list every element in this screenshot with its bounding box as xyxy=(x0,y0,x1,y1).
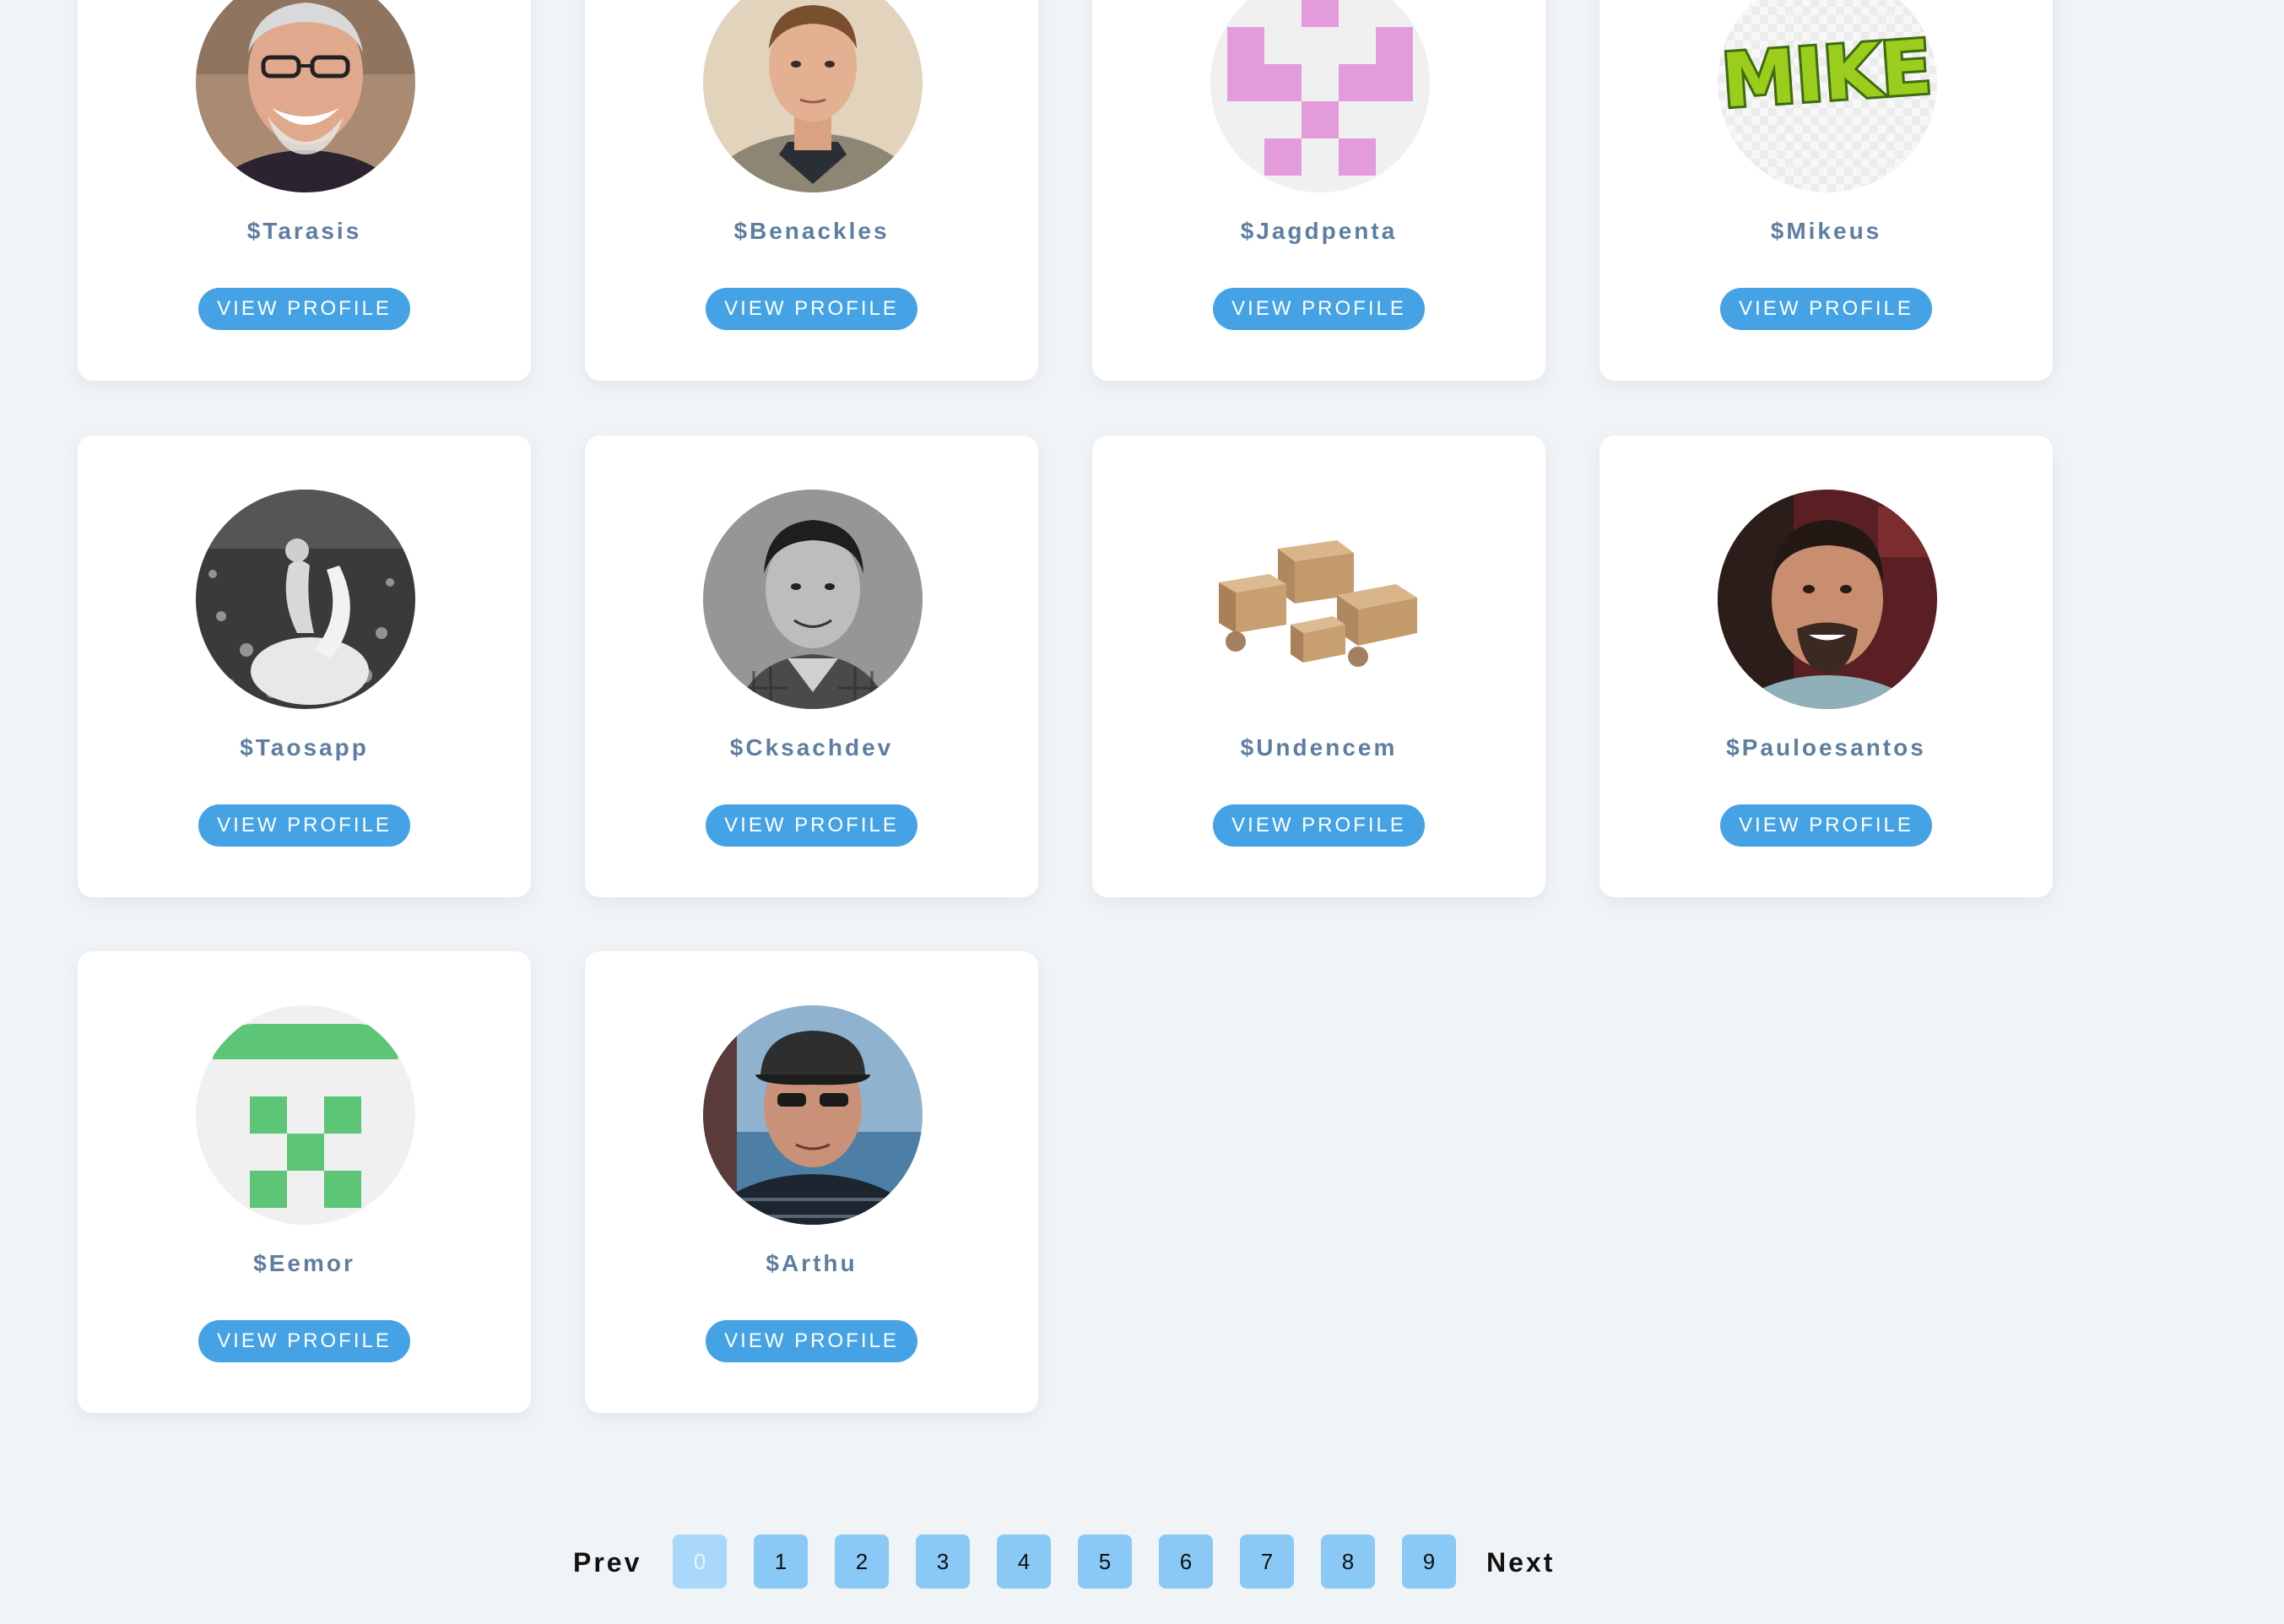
profile-card: $Jagdpenta VIEW PROFILE xyxy=(1092,0,1545,381)
profile-card: $Eemor VIEW PROFILE xyxy=(78,951,531,1413)
avatar xyxy=(1718,490,1937,709)
portrait-man-beard-image xyxy=(1718,490,1937,709)
avatar xyxy=(1210,0,1430,192)
profile-handle: $Taosapp xyxy=(240,734,369,761)
page-button-0[interactable]: 0 xyxy=(673,1535,727,1589)
profile-handle: $Pauloesantos xyxy=(1726,734,1926,761)
pagination: Prev 0 1 2 3 4 5 6 7 8 9 Next xyxy=(0,1535,2284,1590)
profile-card: $Benackles VIEW PROFILE xyxy=(585,0,1038,381)
profile-handle: $Tarasis xyxy=(246,218,362,244)
identicon-green-image xyxy=(196,1005,415,1225)
profile-handle: $Cksachdev xyxy=(729,734,894,761)
page-button-3[interactable]: 3 xyxy=(916,1535,970,1589)
view-profile-button[interactable]: VIEW PROFILE xyxy=(706,1320,917,1362)
profile-card: $Arthu VIEW PROFILE xyxy=(585,951,1038,1413)
mike-logo-image: MIKE xyxy=(1718,0,1937,192)
profile-grid: $Tarasis VIEW PROFILE $Benackles VIEW PR… xyxy=(0,0,2284,1624)
profile-handle: $Jagdpenta xyxy=(1240,218,1398,244)
profile-card: MIKE $Mikeus VIEW PROFILE xyxy=(1599,0,2053,381)
profile-handle: $Benackles xyxy=(733,218,890,244)
identicon-pink-image xyxy=(1210,0,1430,192)
profile-card: $Pauloesantos VIEW PROFILE xyxy=(1599,436,2053,897)
view-profile-button[interactable]: VIEW PROFILE xyxy=(1213,804,1425,847)
bw-rider-on-horse-image xyxy=(196,490,415,709)
bw-portrait-man-image xyxy=(703,490,923,709)
portrait-young-man-image xyxy=(703,0,923,192)
next-button[interactable]: Next xyxy=(1486,1535,1555,1590)
avatar xyxy=(703,490,923,709)
avatar xyxy=(703,0,923,192)
view-profile-button[interactable]: VIEW PROFILE xyxy=(1213,288,1425,330)
profile-card: $Cksachdev VIEW PROFILE xyxy=(585,436,1038,897)
profile-handle: $Eemor xyxy=(253,1250,355,1276)
avatar xyxy=(703,1005,923,1225)
cardboard-boxes-image xyxy=(1210,490,1430,709)
profile-card: $Undencem VIEW PROFILE xyxy=(1092,436,1545,897)
view-profile-button[interactable]: VIEW PROFILE xyxy=(706,804,917,847)
page-button-1[interactable]: 1 xyxy=(754,1535,808,1589)
avatar xyxy=(196,1005,415,1225)
prev-button[interactable]: Prev xyxy=(573,1535,641,1590)
page-button-2[interactable]: 2 xyxy=(835,1535,889,1589)
view-profile-button[interactable]: VIEW PROFILE xyxy=(706,288,917,330)
page-button-6[interactable]: 6 xyxy=(1159,1535,1213,1589)
profile-card: $Tarasis VIEW PROFILE xyxy=(78,0,531,381)
view-profile-button[interactable]: VIEW PROFILE xyxy=(1720,288,1932,330)
view-profile-button[interactable]: VIEW PROFILE xyxy=(198,1320,410,1362)
view-profile-button[interactable]: VIEW PROFILE xyxy=(1720,804,1932,847)
avatar xyxy=(196,490,415,709)
page-button-7[interactable]: 7 xyxy=(1240,1535,1294,1589)
avatar: MIKE xyxy=(1718,0,1937,192)
profile-card: $Taosapp VIEW PROFILE xyxy=(78,436,531,897)
profile-handle: $Arthu xyxy=(766,1250,858,1276)
portrait-man-cap-sunglasses-image xyxy=(703,1005,923,1225)
view-profile-button[interactable]: VIEW PROFILE xyxy=(198,804,410,847)
profile-handle: $Undencem xyxy=(1240,734,1398,761)
page-button-5[interactable]: 5 xyxy=(1078,1535,1132,1589)
avatar xyxy=(1210,490,1430,709)
mike-logo-text: MIKE xyxy=(1719,23,1935,124)
page-button-4[interactable]: 4 xyxy=(997,1535,1051,1589)
page-button-8[interactable]: 8 xyxy=(1321,1535,1375,1589)
portrait-older-man-glasses-image xyxy=(196,0,415,192)
profile-handle: $Mikeus xyxy=(1770,218,1882,244)
page-button-9[interactable]: 9 xyxy=(1402,1535,1456,1589)
view-profile-button[interactable]: VIEW PROFILE xyxy=(198,288,410,330)
avatar xyxy=(196,0,415,192)
